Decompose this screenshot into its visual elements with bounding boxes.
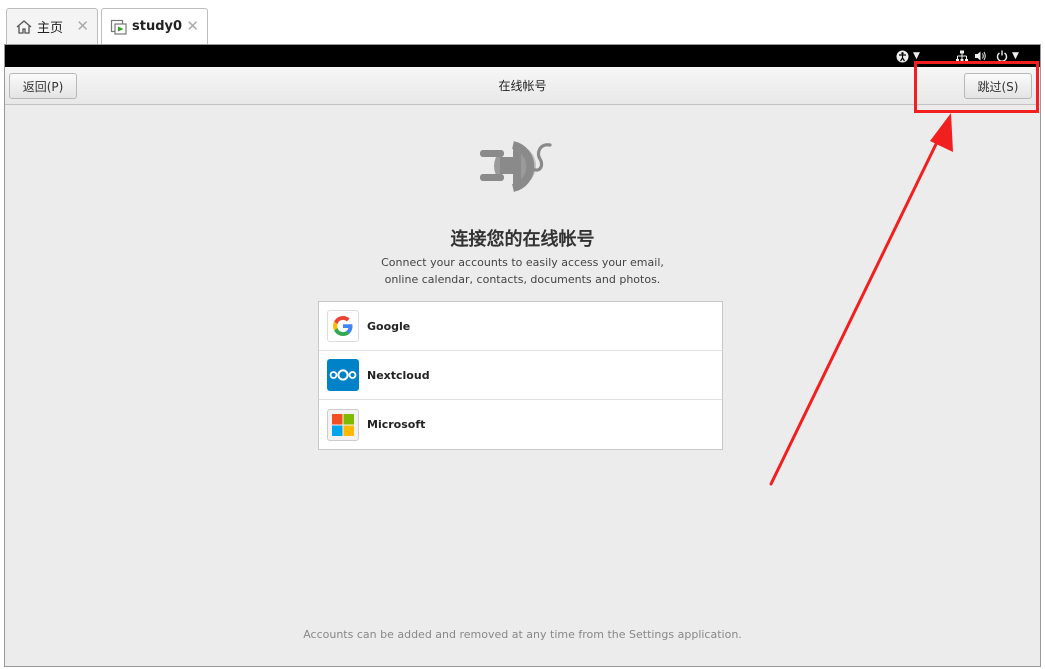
header-bar: 在线帐号 返回(P) 跳过(S) bbox=[5, 67, 1040, 105]
chevron-down-icon: ▼ bbox=[1012, 51, 1019, 61]
home-icon bbox=[15, 18, 33, 36]
provider-name: Nextcloud bbox=[367, 368, 430, 382]
provider-name: Microsoft bbox=[367, 418, 426, 431]
main-heading: 连接您的在线帐号 bbox=[450, 229, 595, 250]
microsoft-icon bbox=[327, 408, 359, 441]
close-icon[interactable]: ✕ bbox=[76, 17, 89, 35]
provider-nextcloud[interactable]: Nextcloud bbox=[319, 351, 722, 400]
annotation-highlight-box bbox=[914, 61, 1039, 113]
tab-label: 主页 bbox=[37, 21, 64, 36]
provider-list: Google Nextcloud Microsoft bbox=[318, 301, 723, 450]
tab-bar: 主页 ✕ study0 ✕ bbox=[0, 0, 1045, 44]
online-accounts-icon bbox=[480, 141, 552, 192]
vm-icon bbox=[110, 18, 128, 36]
google-icon bbox=[327, 310, 359, 342]
back-button[interactable]: 返回(P) bbox=[9, 73, 77, 99]
chevron-down-icon: ▼ bbox=[913, 51, 920, 61]
nextcloud-icon bbox=[327, 359, 359, 391]
close-icon[interactable]: ✕ bbox=[186, 17, 199, 35]
tab-label: study0 bbox=[132, 19, 183, 34]
provider-google[interactable]: Google bbox=[319, 302, 722, 351]
page-title: 在线帐号 bbox=[498, 79, 547, 93]
tab-home[interactable]: 主页 ✕ bbox=[6, 8, 98, 44]
accessibility-icon bbox=[896, 50, 909, 62]
tab-study0[interactable]: study0 ✕ bbox=[101, 8, 208, 44]
description: Connect your accounts to easily access y… bbox=[381, 256, 664, 286]
footer-note: Accounts can be added and removed at any… bbox=[303, 628, 742, 641]
provider-microsoft[interactable]: Microsoft bbox=[319, 400, 722, 449]
provider-name: Google bbox=[367, 319, 411, 333]
gnome-top-bar: ▼ ▼ bbox=[5, 45, 1040, 67]
